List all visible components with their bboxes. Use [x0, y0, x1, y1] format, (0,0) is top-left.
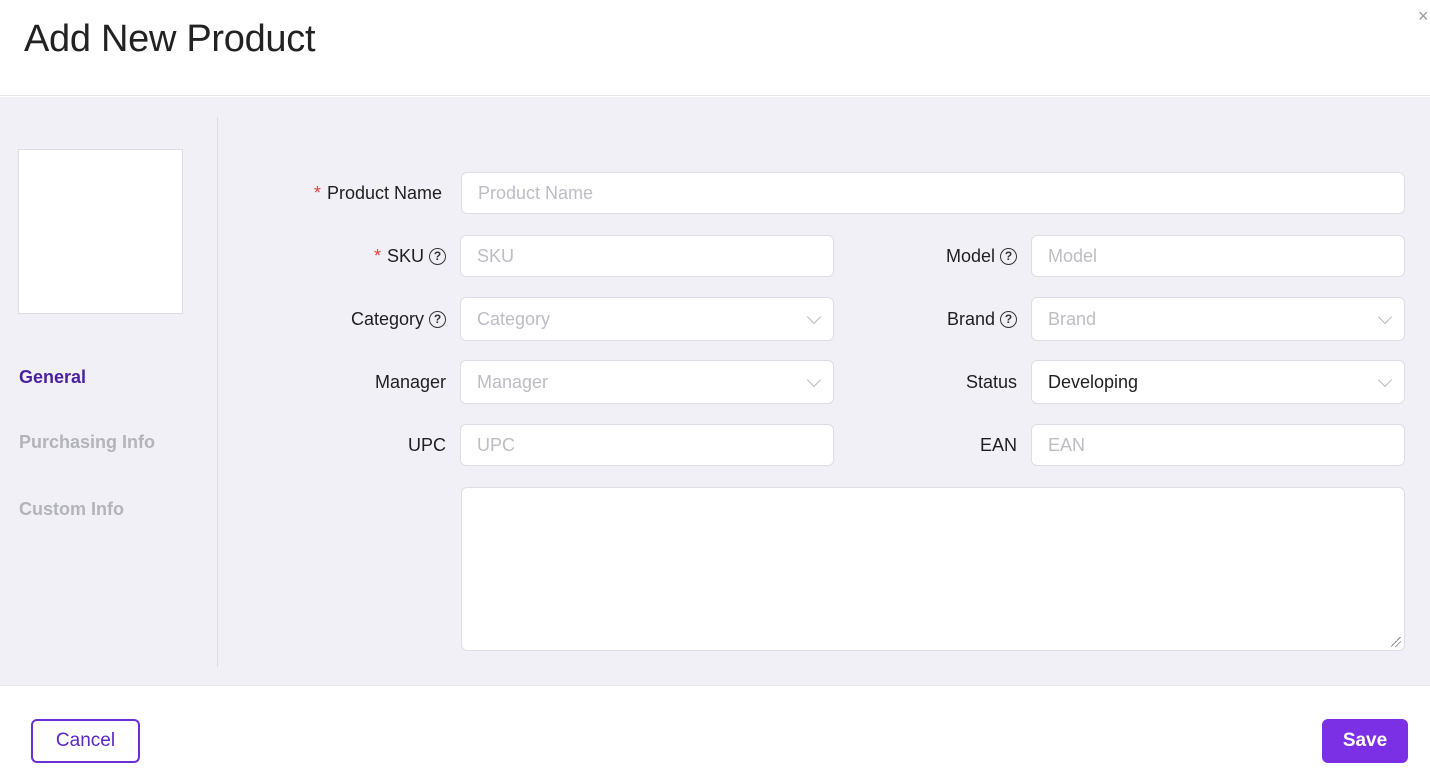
ean-label: EAN [860, 424, 1017, 466]
required-marker: * [373, 245, 381, 266]
manager-label: Manager [240, 360, 446, 404]
upc-input[interactable]: UPC [460, 424, 834, 466]
chevron-down-icon [806, 309, 822, 325]
category-placeholder: Category [477, 308, 551, 329]
brand-label-text: Brand [946, 308, 995, 329]
manager-label-text: Manager [374, 371, 446, 392]
model-input[interactable]: Model [1031, 235, 1405, 277]
sku-input[interactable]: SKU [460, 235, 834, 277]
status-value: Developing [1048, 371, 1139, 392]
model-label: Model ? [860, 235, 1017, 277]
help-circle-icon[interactable]: ? [429, 247, 446, 265]
upc-label-text: UPC [407, 434, 446, 455]
nav-item-custom-info[interactable]: Custom Info [19, 499, 124, 520]
required-marker: * [313, 182, 321, 203]
help-circle-icon[interactable]: ? [429, 310, 446, 328]
close-icon[interactable]: × [1418, 6, 1430, 26]
product-name-label: * Product Name [240, 172, 442, 214]
resize-handle-icon[interactable] [1391, 637, 1401, 647]
help-circle-icon[interactable]: ? [1000, 247, 1017, 265]
modal-title: Add New Product [24, 18, 316, 60]
nav-item-purchasing-info[interactable]: Purchasing Info [19, 432, 155, 453]
product-name-label-text: Product Name [326, 182, 442, 203]
modal-body: General Purchasing Info Custom Info * Pr… [0, 97, 1430, 685]
brand-placeholder: Brand [1048, 308, 1097, 329]
manager-select[interactable]: Manager [460, 360, 834, 404]
upc-placeholder: UPC [477, 434, 516, 455]
chevron-down-icon [1377, 309, 1393, 325]
ean-label-text: EAN [979, 434, 1017, 455]
chevron-down-icon [806, 372, 822, 388]
cancel-button[interactable]: Cancel [31, 719, 140, 763]
model-label-text: Model [945, 245, 995, 266]
sku-label: * SKU ? [240, 235, 446, 277]
product-image-upload[interactable] [18, 149, 183, 314]
sku-label-text: SKU [386, 245, 424, 266]
help-circle-icon[interactable]: ? [1000, 310, 1017, 328]
modal-header: Add New Product × [0, 0, 1430, 96]
status-label-text: Status [965, 371, 1017, 392]
ean-input[interactable]: EAN [1031, 424, 1405, 466]
product-name-placeholder: Product Name [478, 182, 594, 203]
category-label: Category ? [240, 297, 446, 341]
brand-select[interactable]: Brand [1031, 297, 1405, 341]
model-placeholder: Model [1048, 245, 1098, 266]
add-product-modal: Add New Product × General Purchasing Inf… [0, 0, 1430, 782]
sidebar: General Purchasing Info Custom Info [0, 117, 218, 667]
sku-placeholder: SKU [477, 245, 515, 266]
upc-label: UPC [240, 424, 446, 466]
chevron-down-icon [1377, 372, 1393, 388]
category-label-text: Category [350, 308, 424, 329]
ean-placeholder: EAN [1048, 434, 1086, 455]
brand-label: Brand ? [860, 297, 1017, 341]
category-select[interactable]: Category [460, 297, 834, 341]
status-select[interactable]: Developing [1031, 360, 1405, 404]
nav-item-general[interactable]: General [19, 367, 86, 388]
save-button[interactable]: Save [1322, 719, 1408, 763]
description-textarea[interactable] [461, 487, 1405, 651]
product-name-input[interactable]: Product Name [461, 172, 1405, 214]
manager-placeholder: Manager [477, 371, 549, 392]
modal-footer: Cancel Save [0, 685, 1430, 782]
status-label: Status [860, 360, 1017, 404]
